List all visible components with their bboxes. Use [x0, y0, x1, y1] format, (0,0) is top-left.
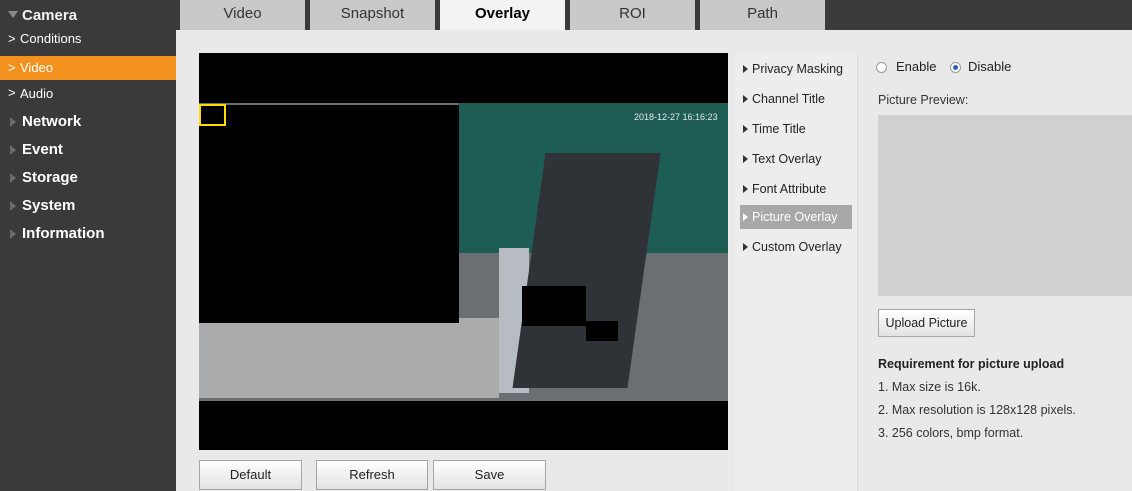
- privacy-mask: [199, 105, 459, 323]
- picture-preview-box: [878, 115, 1132, 296]
- tab-label: Video: [223, 5, 262, 22]
- triangle-right-icon: [743, 243, 748, 251]
- caret-right-icon: [10, 117, 16, 127]
- sidebar-group-label: System: [22, 197, 76, 214]
- sidebar-item-label: Video: [20, 60, 54, 75]
- tab-roi[interactable]: ROI: [570, 0, 695, 30]
- requirement-2: 2. Max resolution is 128x128 pixels.: [878, 403, 1077, 417]
- submenu-label: Custom Overlay: [752, 240, 842, 254]
- sidebar-item-label: Conditions: [20, 31, 82, 46]
- overlay-submenu: Privacy Masking Channel Title Time Title…: [735, 53, 858, 491]
- disable-radio[interactable]: [950, 62, 961, 73]
- submenu-label: Channel Title: [752, 92, 825, 106]
- save-button[interactable]: Save: [433, 460, 546, 490]
- submenu-label: Picture Overlay: [752, 210, 838, 224]
- requirements-title: Requirement for picture upload: [878, 357, 1065, 371]
- triangle-right-icon: [743, 185, 748, 193]
- sidebar-group-label: Storage: [22, 169, 78, 186]
- video-preview[interactable]: 2018-12-27 16:16:23: [199, 53, 728, 450]
- chevron-right-icon: >: [8, 60, 16, 75]
- triangle-right-icon: [743, 155, 748, 163]
- triangle-right-icon: [743, 125, 748, 133]
- tab-label: Snapshot: [340, 5, 405, 22]
- triangle-right-icon: [743, 65, 748, 73]
- sidebar-item-label: Audio: [20, 86, 54, 101]
- requirement-3: 3. 256 colors, bmp format.: [878, 426, 1024, 440]
- submenu-text-overlay[interactable]: Text Overlay: [740, 147, 852, 171]
- sidebar-group-label: Network: [22, 113, 82, 130]
- sidebar-group-network[interactable]: Network: [0, 108, 176, 136]
- default-button[interactable]: Default: [199, 460, 302, 490]
- refresh-button[interactable]: Refresh: [316, 460, 428, 490]
- chevron-right-icon: >: [8, 31, 16, 46]
- picture-overlay-box[interactable]: [199, 104, 226, 126]
- upload-picture-button[interactable]: Upload Picture: [878, 309, 975, 337]
- sidebar: Camera > Conditions > Video > Audio Netw…: [0, 0, 176, 491]
- sidebar-group-label: Information: [22, 225, 105, 242]
- sidebar-item-audio[interactable]: > Audio: [0, 80, 176, 108]
- picture-preview-label: Picture Preview:: [878, 93, 969, 107]
- picture-overlay-panel: Enable Disable Picture Preview: Upload P…: [860, 53, 1132, 491]
- tab-label: ROI: [619, 5, 646, 22]
- privacy-mask: [522, 286, 586, 326]
- sidebar-group-event[interactable]: Event: [0, 136, 176, 164]
- tab-bar: Video Snapshot Overlay ROI Path: [176, 0, 1132, 30]
- sidebar-item-conditions[interactable]: > Conditions: [0, 28, 176, 52]
- video-timestamp: 2018-12-27 16:16:23: [634, 112, 718, 122]
- sidebar-group-label: Camera: [22, 7, 78, 24]
- submenu-label: Text Overlay: [752, 152, 822, 166]
- tab-path[interactable]: Path: [700, 0, 825, 30]
- privacy-mask: [586, 321, 618, 341]
- submenu-label: Privacy Masking: [752, 62, 843, 76]
- submenu-custom-overlay[interactable]: Custom Overlay: [740, 235, 852, 259]
- submenu-label: Time Title: [752, 122, 806, 136]
- sidebar-group-storage[interactable]: Storage: [0, 164, 176, 192]
- sidebar-group-information[interactable]: Information: [0, 220, 176, 248]
- sidebar-item-video[interactable]: > Video: [0, 56, 176, 80]
- tab-label: Path: [747, 5, 778, 22]
- caret-right-icon: [10, 201, 16, 211]
- submenu-picture-overlay[interactable]: Picture Overlay: [740, 205, 852, 229]
- caret-right-icon: [10, 173, 16, 183]
- sidebar-group-system[interactable]: System: [0, 192, 176, 220]
- submenu-channel-title[interactable]: Channel Title: [740, 87, 852, 111]
- enable-radio[interactable]: [876, 62, 887, 73]
- video-scene-ceiling: [199, 318, 499, 398]
- enable-label: Enable: [896, 59, 937, 74]
- disable-label: Disable: [968, 59, 1012, 74]
- tab-label: Overlay: [474, 5, 531, 22]
- chevron-right-icon: >: [8, 85, 16, 100]
- submenu-privacy-masking[interactable]: Privacy Masking: [740, 57, 852, 81]
- tab-overlay[interactable]: Overlay: [440, 0, 565, 30]
- caret-down-icon: [8, 11, 18, 18]
- tab-snapshot[interactable]: Snapshot: [310, 0, 435, 30]
- submenu-time-title[interactable]: Time Title: [740, 117, 852, 141]
- triangle-right-icon: [743, 95, 748, 103]
- submenu-font-attribute[interactable]: Font Attribute: [740, 177, 852, 201]
- requirement-1: 1. Max size is 16k.: [878, 380, 981, 394]
- caret-right-icon: [10, 229, 16, 239]
- submenu-label: Font Attribute: [752, 182, 827, 196]
- tab-video[interactable]: Video: [180, 0, 305, 30]
- triangle-right-icon: [743, 213, 748, 221]
- sidebar-group-label: Event: [22, 141, 63, 158]
- caret-right-icon: [10, 145, 16, 155]
